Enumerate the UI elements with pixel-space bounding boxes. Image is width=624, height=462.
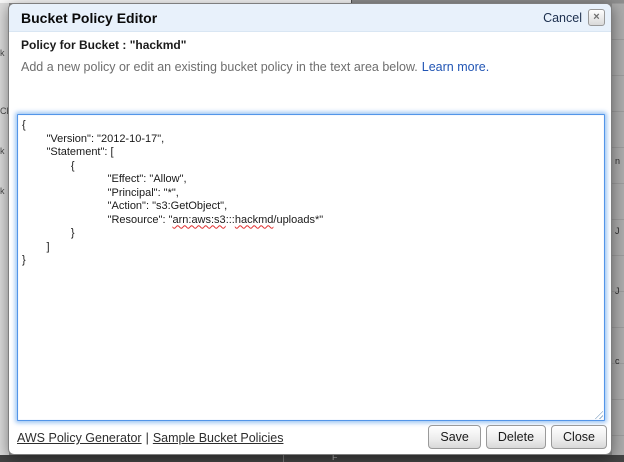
backdrop-right-strip: nJJc	[612, 3, 624, 455]
policy-textarea[interactable]: { "Version": "2012-10-17", "Statement": …	[17, 114, 605, 421]
dialog-title: Bucket Policy Editor	[21, 10, 157, 26]
learn-more-link[interactable]: Learn more.	[422, 60, 489, 74]
cancel-link[interactable]: Cancel	[543, 11, 582, 25]
policy-text: { "Version": "2012-10-17", "Statement": …	[22, 119, 600, 268]
close-button[interactable]: Close	[551, 425, 607, 449]
footer-buttons: Save Delete Close	[428, 425, 607, 449]
close-icon[interactable]: ×	[588, 9, 605, 26]
textarea-resize-grip[interactable]	[592, 408, 603, 419]
save-button[interactable]: Save	[428, 425, 481, 449]
delete-button[interactable]: Delete	[486, 425, 546, 449]
aws-policy-generator-link[interactable]: AWS Policy Generator	[17, 431, 142, 445]
screen: kCEkk nJJc F Bucket Policy Editor Cancel…	[0, 0, 624, 462]
link-separator: |	[146, 431, 149, 445]
backdrop-bottom-strip: F	[0, 455, 624, 462]
bucket-policy-editor-dialog: Bucket Policy Editor Cancel × Policy for…	[8, 3, 612, 455]
dialog-description: Add a new policy or edit an existing buc…	[21, 60, 489, 74]
footer-links: AWS Policy Generator | Sample Bucket Polic…	[17, 431, 283, 445]
titlebar-actions: Cancel ×	[543, 9, 605, 26]
policy-for-bucket-heading: Policy for Bucket : "hackmd"	[21, 38, 186, 52]
sample-bucket-policies-link[interactable]: Sample Bucket Policies	[153, 431, 284, 445]
description-text: Add a new policy or edit an existing buc…	[21, 60, 418, 74]
backdrop-bottom-divider	[283, 455, 284, 462]
dialog-titlebar: Bucket Policy Editor Cancel ×	[9, 4, 611, 32]
